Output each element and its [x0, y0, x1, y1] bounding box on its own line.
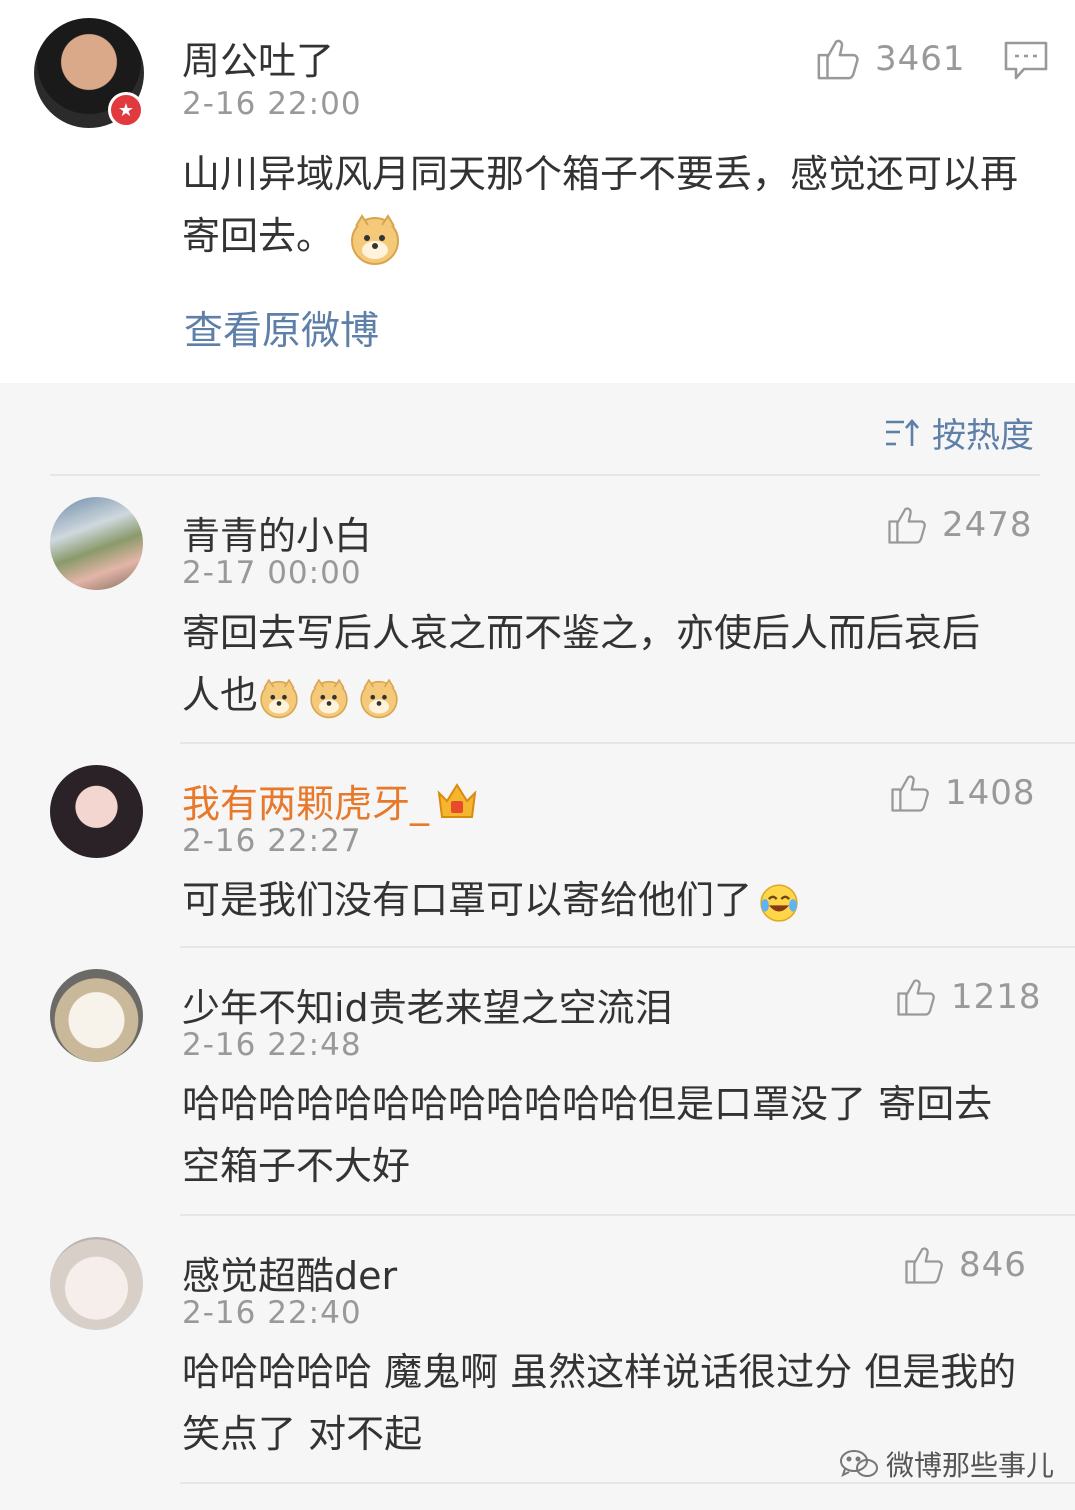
- thumbs-up-icon: [888, 507, 926, 544]
- comment-like-button[interactable]: 2478: [886, 504, 1033, 546]
- comment-avatar[interactable]: [50, 497, 143, 590]
- comment-like-count: 1218: [951, 977, 1042, 1017]
- doge-emoji-icon: [260, 678, 298, 718]
- divider: [180, 946, 1075, 948]
- verified-badge-icon: ★: [108, 92, 144, 128]
- wechat-icon: [840, 1450, 878, 1477]
- thumbs-up-icon: [891, 775, 929, 812]
- comment-time: 2-16 22:27: [182, 823, 362, 859]
- comment-time: 2-16 22:48: [182, 1027, 362, 1063]
- comment-avatar[interactable]: [50, 969, 143, 1062]
- view-original-weibo-link[interactable]: 查看原微博: [184, 300, 379, 356]
- doge-emoji-icon: [310, 678, 348, 718]
- comment-author-row: 我有两颗虎牙_: [182, 773, 479, 828]
- post-like-count: 3461: [875, 39, 966, 79]
- comment-like-button[interactable]: 1218: [895, 976, 1042, 1018]
- comment-like-count: 1408: [945, 773, 1036, 813]
- watermark: 微博那些事儿: [838, 1444, 1054, 1484]
- post-text: 山川异域风月同天那个箱子不要丢，感觉还可以再寄回去。: [182, 143, 1022, 267]
- comment-icon[interactable]: [1003, 40, 1049, 82]
- thumbs-up-icon: [897, 979, 935, 1016]
- sort-by-popularity-button[interactable]: 按热度: [884, 408, 1034, 457]
- comment-author-name[interactable]: 感觉超酷der: [182, 1245, 397, 1300]
- comment-time: 2-17 00:00: [182, 555, 362, 591]
- divider: [180, 742, 1075, 744]
- comment-time: 2-16 22:40: [182, 1295, 362, 1331]
- doge-emoji-icon: [360, 678, 398, 718]
- watermark-text: 微博那些事儿: [886, 1449, 1055, 1482]
- comment-like-count: 2478: [942, 505, 1033, 545]
- comment-avatar[interactable]: [50, 765, 143, 858]
- comment-text: 可是我们没有口罩可以寄给他们了: [182, 869, 1042, 931]
- vip-crown-icon: [437, 782, 477, 818]
- doge-emoji-icon: [351, 213, 400, 265]
- comment-text: 寄回去写后人哀之而不鉴之，亦使后人而后哀后人也: [182, 611, 981, 718]
- comment-avatar[interactable]: [50, 1237, 143, 1330]
- comment-like-button[interactable]: 846: [903, 1244, 1027, 1286]
- comment-text: 哈哈哈哈哈哈哈哈哈哈哈哈但是口罩没了 寄回去空箱子不大好: [182, 1082, 993, 1188]
- post-like-button[interactable]: 3461: [815, 36, 966, 82]
- comment-author-name[interactable]: 少年不知id贵老来望之空流泪: [182, 977, 673, 1032]
- post-time: 2-16 22:00: [182, 86, 362, 122]
- comment-author-name[interactable]: 我有两颗虎牙_: [182, 773, 429, 828]
- divider: [180, 1214, 1075, 1216]
- thumbs-up-icon: [817, 39, 859, 80]
- sort-icon: [886, 418, 919, 446]
- laugh-cry-emoji-icon: [760, 883, 798, 922]
- comment-like-button[interactable]: 1408: [889, 772, 1036, 814]
- divider: [50, 474, 1040, 476]
- comment-author-name[interactable]: 青青的小白: [182, 505, 372, 560]
- sort-label: 按热度: [932, 416, 1034, 456]
- original-post: ★ 周公吐了 2-16 22:00 3461 山川异域风月同天那个箱子不要丢，感…: [0, 0, 1075, 383]
- thumbs-up-icon: [905, 1247, 943, 1284]
- post-author-name[interactable]: 周公吐了: [182, 30, 334, 85]
- comment-like-count: 846: [959, 1245, 1027, 1285]
